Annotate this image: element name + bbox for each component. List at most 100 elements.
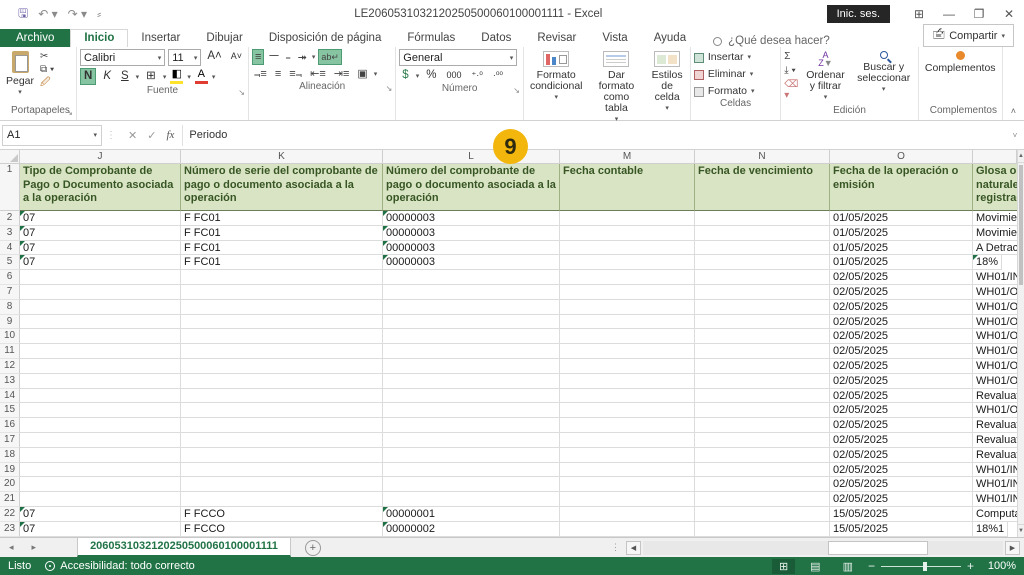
number-format-combo[interactable]: General▾ (399, 49, 517, 66)
expand-formula-bar-icon[interactable]: ˅ (1006, 131, 1024, 140)
row-header-5[interactable]: 5 (0, 255, 20, 270)
top-align-icon[interactable]: ≡ (252, 49, 264, 65)
cell-K14[interactable] (181, 389, 383, 404)
cell-K18[interactable] (181, 448, 383, 463)
cell-L13[interactable] (383, 374, 560, 389)
cell-P2[interactable]: Movimie (973, 211, 1017, 226)
cell-P16[interactable]: Revaluat (973, 418, 1017, 433)
tab-revisar[interactable]: Revisar (524, 30, 589, 47)
row-header-21[interactable]: 21 (0, 492, 20, 507)
percent-style-icon[interactable]: % (423, 68, 439, 83)
row-header-12[interactable]: 12 (0, 359, 20, 374)
cell-K10[interactable] (181, 329, 383, 344)
collapse-ribbon-icon[interactable]: ˄ (1003, 106, 1024, 120)
cell-N19[interactable] (695, 463, 830, 478)
delete-cells-button[interactable]: Eliminar▾ (694, 68, 777, 81)
undo-icon[interactable]: ↶ ▾ (38, 7, 57, 21)
cell-M7[interactable] (560, 285, 695, 300)
minimize-button[interactable]: — (934, 5, 964, 23)
cell-N8[interactable] (695, 300, 830, 315)
cell-M21[interactable] (560, 492, 695, 507)
cell-J4[interactable]: 07 (20, 241, 181, 256)
accessibility-status[interactable]: Accesibilidad: todo correcto (45, 560, 195, 572)
horizontal-scroll-thumb[interactable] (828, 541, 928, 555)
cell-L4[interactable]: 00000003 (383, 241, 560, 256)
cell-J16[interactable] (20, 418, 181, 433)
cell-N2[interactable] (695, 211, 830, 226)
horizontal-scroll-track[interactable] (643, 541, 1003, 555)
cell-L10[interactable] (383, 329, 560, 344)
fill-icon[interactable]: ⤓ ▾ (784, 65, 798, 76)
cell-J12[interactable] (20, 359, 181, 374)
cell-N5[interactable] (695, 255, 830, 270)
cell-J17[interactable] (20, 433, 181, 448)
cell-L5[interactable]: 00000003 (383, 255, 560, 270)
cell-K9[interactable] (181, 315, 383, 330)
cell-K22[interactable]: F FCCO (181, 507, 383, 522)
cell-K16[interactable] (181, 418, 383, 433)
tab-ayuda[interactable]: Ayuda (641, 30, 699, 47)
row-header-13[interactable]: 13 (0, 374, 20, 389)
increase-indent-icon[interactable]: ⇥≡ (332, 67, 352, 81)
zoom-out-icon[interactable]: − (868, 559, 875, 573)
tab-vista[interactable]: Vista (589, 30, 640, 47)
tab-datos[interactable]: Datos (468, 30, 524, 47)
cell-P23[interactable]: 18%1 (973, 522, 1008, 537)
header-cell[interactable]: Número del comprobante de pago o documen… (383, 164, 560, 211)
cell-N17[interactable] (695, 433, 830, 448)
column-header-O[interactable]: O (830, 150, 973, 163)
find-select-button[interactable]: Buscar y seleccionar ▾ (853, 49, 915, 97)
cell-L9[interactable] (383, 315, 560, 330)
cell-O14[interactable]: 02/05/2025 (830, 389, 973, 404)
column-header-N[interactable]: N (695, 150, 830, 163)
row-header-23[interactable]: 23 (0, 522, 20, 537)
grow-font-icon[interactable]: A˄ (204, 49, 224, 66)
row-header-14[interactable]: 14 (0, 389, 20, 404)
cell-P13[interactable]: WH01/OI (973, 374, 1017, 389)
zoom-slider-track[interactable] (881, 566, 961, 567)
restore-button[interactable]: ❐ (964, 5, 994, 23)
scroll-right-icon[interactable]: ▶ (1005, 541, 1020, 555)
cell-M16[interactable] (560, 418, 695, 433)
cell-P4[interactable]: A Detrac (973, 241, 1017, 256)
cell-L8[interactable] (383, 300, 560, 315)
cell-J11[interactable] (20, 344, 181, 359)
cell-M2[interactable] (560, 211, 695, 226)
cancel-icon[interactable]: ✕ (128, 129, 137, 142)
cell-J6[interactable] (20, 270, 181, 285)
cell-L12[interactable] (383, 359, 560, 374)
cell-K6[interactable] (181, 270, 383, 285)
column-header-K[interactable]: K (181, 150, 383, 163)
cell-J8[interactable] (20, 300, 181, 315)
font-size-combo[interactable]: 11▾ (168, 49, 201, 66)
cell-O5[interactable]: 01/05/2025 (830, 255, 973, 270)
column-header-L[interactable]: L (383, 150, 560, 163)
scroll-left-icon[interactable]: ◀ (626, 541, 641, 555)
cell-M15[interactable] (560, 403, 695, 418)
copy-icon[interactable]: ⧉ ▾ (40, 64, 54, 75)
cell-J23[interactable]: 07 (20, 522, 181, 537)
tab-insertar[interactable]: Insertar (128, 30, 193, 47)
zoom-level[interactable]: 100% (982, 560, 1016, 572)
cell-N13[interactable] (695, 374, 830, 389)
cell-P10[interactable]: WH01/OI (973, 329, 1017, 344)
cell-K12[interactable] (181, 359, 383, 374)
cell-M10[interactable] (560, 329, 695, 344)
header-cell[interactable]: Fecha de la operación o emisión (830, 164, 973, 211)
cell-K8[interactable] (181, 300, 383, 315)
vertical-scroll-thumb[interactable] (1019, 165, 1023, 285)
header-cell[interactable]: Número de serie del comprobante de pago … (181, 164, 383, 211)
font-color-icon[interactable]: A (195, 69, 208, 84)
sheet-tab-active[interactable]: 2060531032120250500060100001111 (77, 538, 291, 557)
cell-L20[interactable] (383, 477, 560, 492)
cell-N21[interactable] (695, 492, 830, 507)
cell-N16[interactable] (695, 418, 830, 433)
sort-filter-button[interactable]: AZ▼ Ordenar y filtrar ▾ (801, 49, 849, 105)
cut-icon[interactable]: ✂ (40, 51, 54, 62)
cell-N18[interactable] (695, 448, 830, 463)
enter-icon[interactable]: ✓ (147, 129, 156, 142)
cell-L19[interactable] (383, 463, 560, 478)
cell-P5[interactable]: 18% (973, 255, 1002, 270)
dialog-launcher-icon[interactable]: ↘ (238, 88, 245, 97)
cell-P8[interactable]: WH01/OI (973, 300, 1017, 315)
